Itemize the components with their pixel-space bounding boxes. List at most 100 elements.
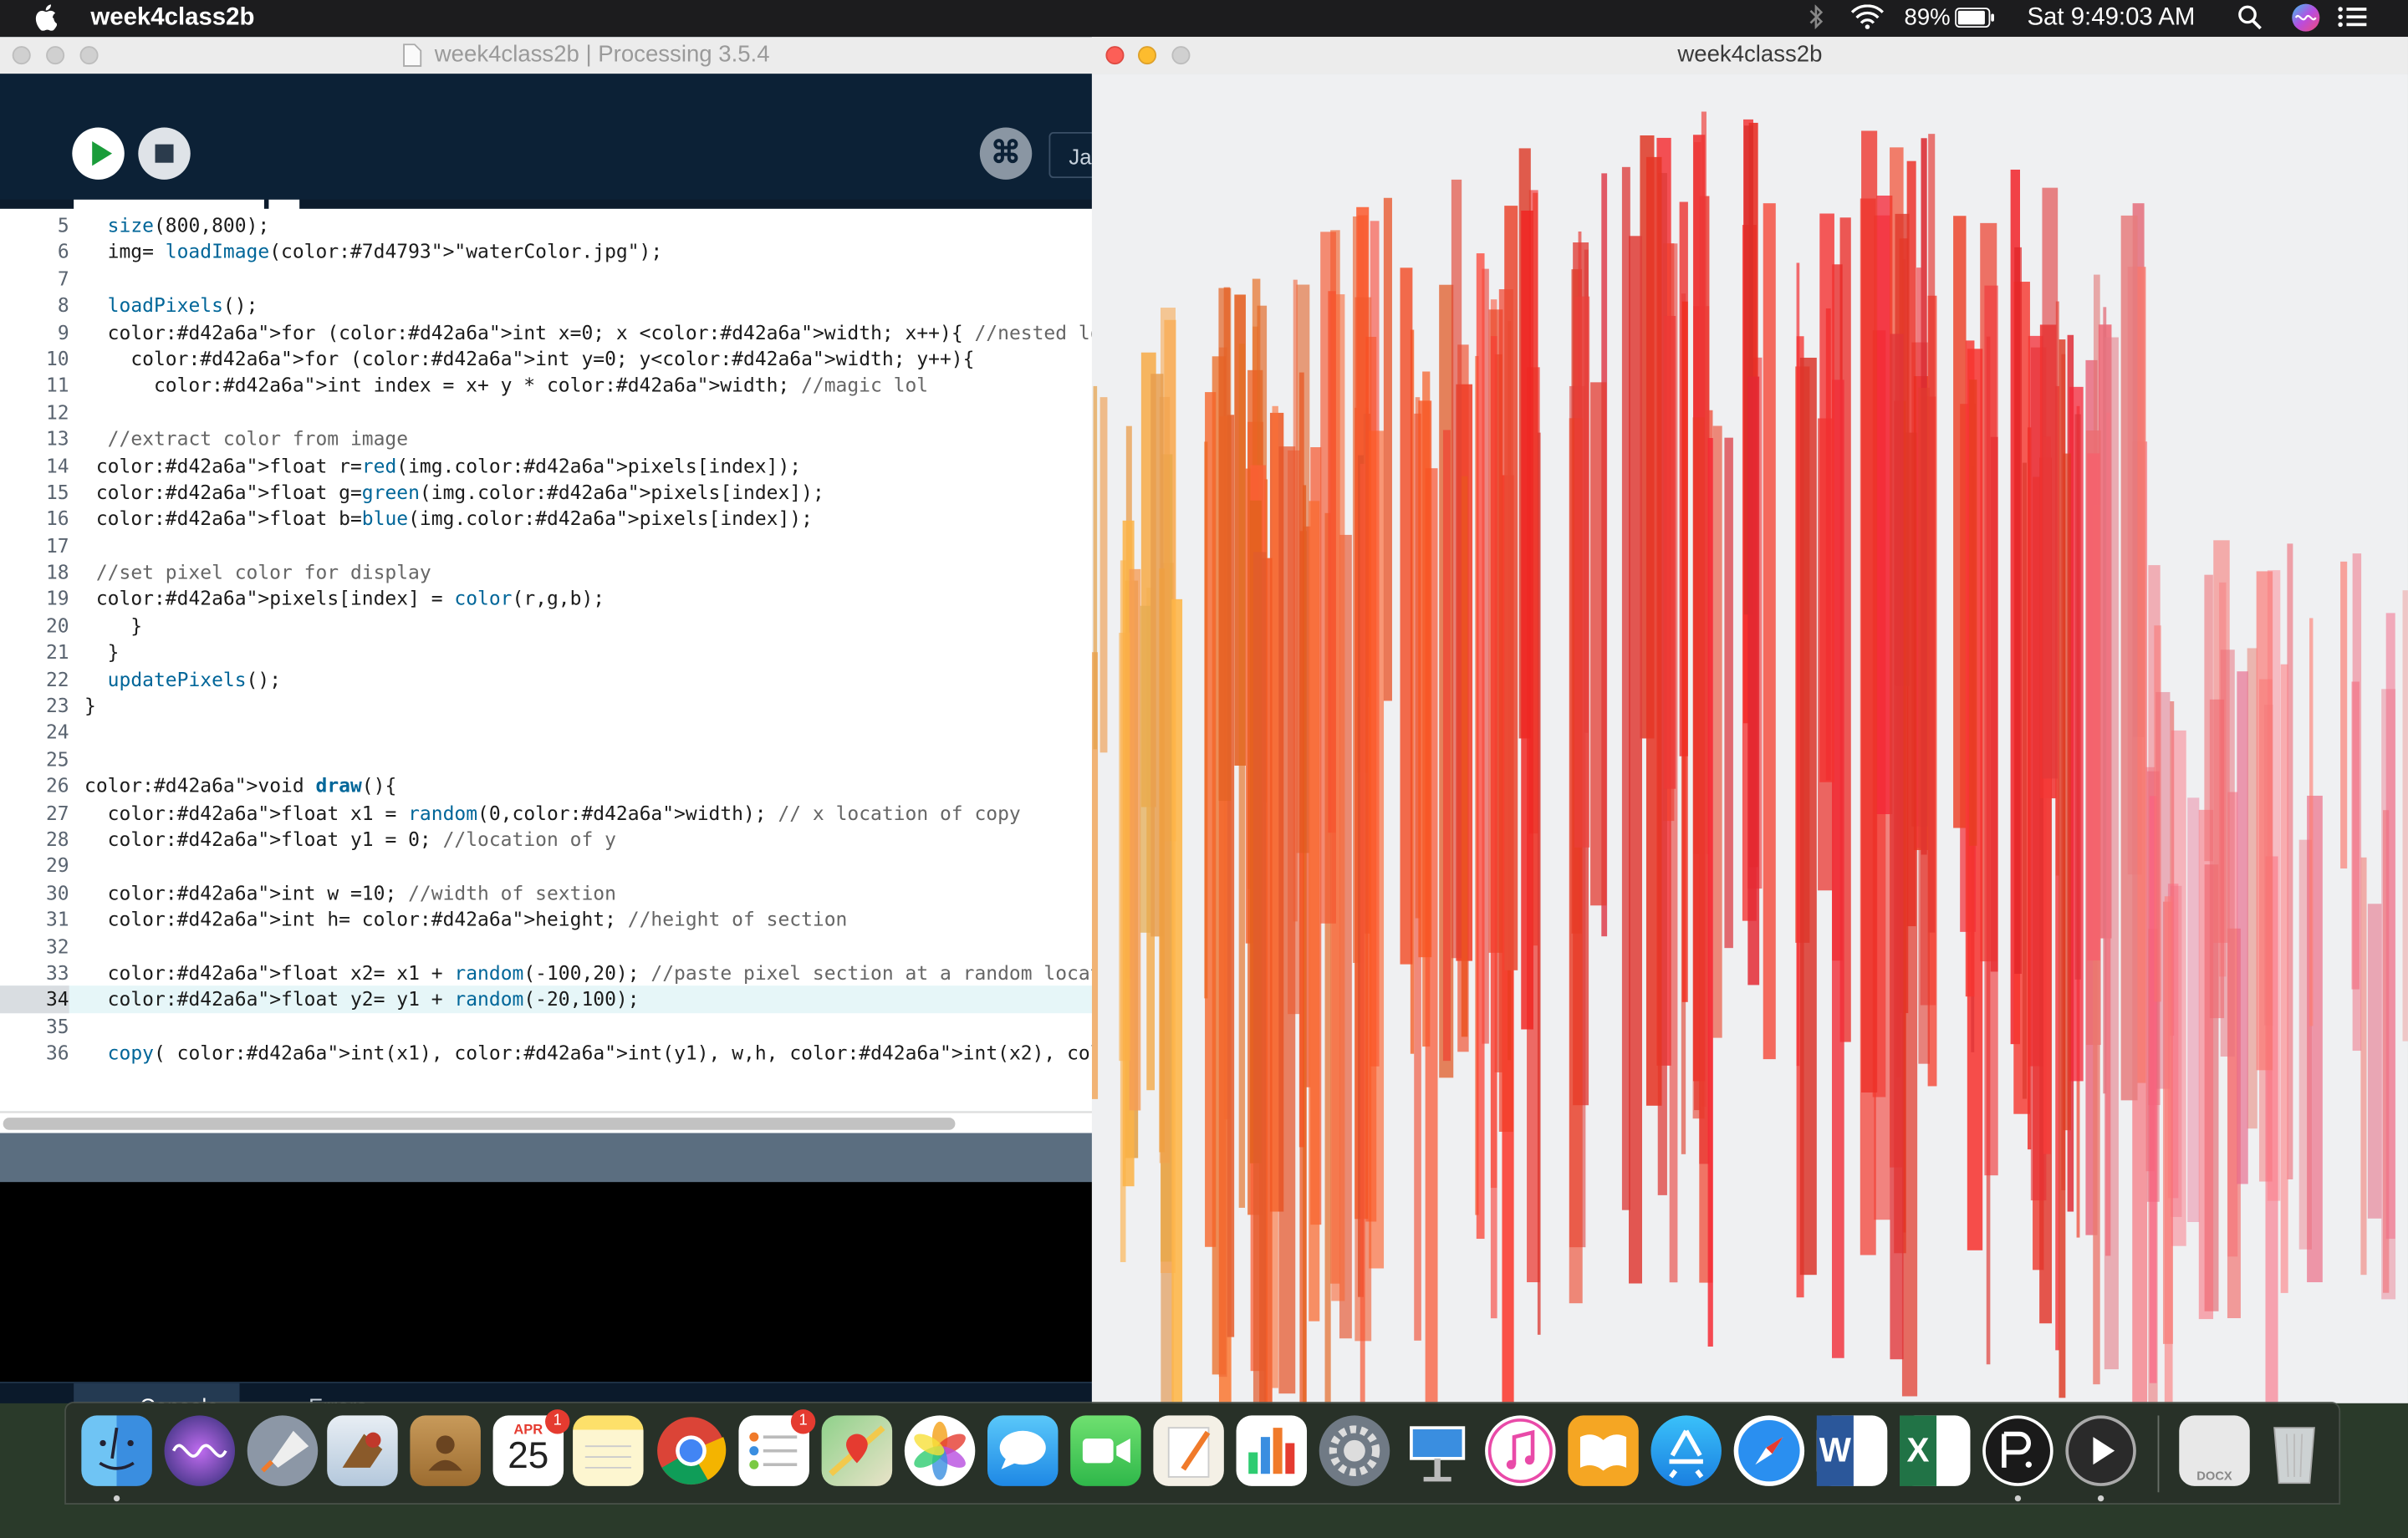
code-line[interactable]: 36 copy( color:#d42a6a">int(x1), color:#…	[0, 1040, 1094, 1067]
spotlight-icon[interactable]	[2237, 5, 2262, 38]
console-output[interactable]	[0, 1182, 1094, 1383]
code-line[interactable]: 22 updatePixels();	[0, 665, 1094, 692]
code-line[interactable]: 5 size(800,800);	[0, 211, 1094, 238]
code-text[interactable]: color:#d42a6a">float b=blue(img.color:#d…	[84, 506, 813, 532]
code-line[interactable]: 29	[0, 853, 1094, 879]
facetime-icon[interactable]	[1070, 1415, 1141, 1486]
siri-app-icon[interactable]	[164, 1415, 236, 1486]
launchpad-icon[interactable]	[247, 1415, 319, 1486]
tab-console[interactable]: Console	[74, 1383, 240, 1403]
tab-errors[interactable]: Errors	[242, 1383, 388, 1403]
code-line[interactable]: 25	[0, 746, 1094, 772]
processing-icon[interactable]	[1982, 1415, 2053, 1486]
safari-icon[interactable]	[1733, 1415, 1805, 1486]
messages-icon[interactable]	[987, 1415, 1059, 1486]
system-preferences-icon[interactable]	[1319, 1415, 1390, 1486]
code-text[interactable]: color:#d42a6a">float x2= x1 + random(-10…	[84, 960, 1094, 986]
code-text[interactable]: color:#d42a6a">for (color:#d42a6a">int y…	[84, 345, 974, 372]
stop-icon[interactable]	[138, 127, 191, 180]
code-line[interactable]: 12	[0, 399, 1094, 425]
code-line[interactable]: 7	[0, 265, 1094, 292]
code-line[interactable]: 17	[0, 532, 1094, 559]
code-text[interactable]: color:#d42a6a">for (color:#d42a6a">int x…	[84, 318, 1094, 345]
contacts-icon[interactable]	[410, 1415, 481, 1486]
wifi-icon[interactable]	[1850, 4, 1884, 36]
bluetooth-icon[interactable]	[1809, 4, 1824, 36]
run-icon[interactable]	[72, 127, 125, 180]
code-line[interactable]: 16 color:#d42a6a">float b=blue(img.color…	[0, 506, 1094, 532]
code-line[interactable]: 33 color:#d42a6a">float x2= x1 + random(…	[0, 960, 1094, 986]
code-text[interactable]: }	[84, 692, 96, 719]
finder-icon[interactable]	[81, 1415, 152, 1486]
keynote-icon[interactable]	[1402, 1415, 1472, 1485]
code-lines[interactable]: 5 size(800,800); 6 img= loadImage(color:#…	[0, 209, 1094, 1067]
code-line[interactable]: 34 color:#d42a6a">float y2= y1 + random(…	[0, 985, 1094, 1013]
calendar-icon[interactable]: APR 25 1	[492, 1409, 570, 1486]
code-line[interactable]: 13 //extract color from image	[0, 425, 1094, 452]
code-line[interactable]: 23}	[0, 692, 1094, 719]
trash-icon[interactable]	[2259, 1415, 2329, 1485]
code-line[interactable]: 11 color:#d42a6a">int index = x+ y * col…	[0, 372, 1094, 399]
itunes-icon[interactable]	[1485, 1415, 1556, 1486]
zoom-window-button[interactable]	[79, 46, 99, 65]
code-line[interactable]: 27 color:#d42a6a">float x1 = random(0,co…	[0, 799, 1094, 826]
sketch-title-bar[interactable]: week4class2b	[1091, 37, 2408, 75]
code-line[interactable]: 6 img= loadImage(color:#7d4793">"waterCo…	[0, 238, 1094, 265]
code-text[interactable]: color:#d42a6a">int index = x+ y * color:…	[84, 372, 928, 399]
code-text[interactable]: updatePixels();	[84, 665, 281, 692]
battery-percent[interactable]: 89%	[1905, 5, 1951, 31]
mail-icon[interactable]	[327, 1415, 398, 1486]
code-text[interactable]: color:#d42a6a">float g=green(img.color:#…	[84, 479, 824, 506]
code-line[interactable]: 26 color:#d42a6a">void draw(){	[0, 772, 1094, 799]
code-line[interactable]: 28 color:#d42a6a">float y1 = 0; //locati…	[0, 826, 1094, 853]
code-text[interactable]: color:#d42a6a">int h= color:#d42a6a">hei…	[84, 906, 848, 933]
code-text[interactable]: }	[84, 613, 142, 639]
excel-icon[interactable]: X	[1899, 1415, 1971, 1486]
code-text[interactable]: color:#d42a6a">float r=red(img.color:#d4…	[84, 452, 801, 479]
code-text[interactable]: color:#d42a6a">float y2= y1 + random(-20…	[84, 986, 640, 1013]
code-line[interactable]: 35	[0, 1013, 1094, 1040]
quicktime-icon[interactable]	[2065, 1415, 2136, 1486]
chrome-icon[interactable]	[656, 1415, 727, 1485]
maps-icon[interactable]	[821, 1415, 893, 1486]
code-text[interactable]: //set pixel color for display	[84, 559, 431, 586]
minimize-window-button[interactable]	[46, 46, 65, 65]
code-text[interactable]: color:#d42a6a">int w =10; //width of sex…	[84, 879, 616, 906]
close-window-button[interactable]	[12, 46, 31, 65]
code-text[interactable]: copy( color:#d42a6a">int(x1), color:#d42…	[84, 1040, 1094, 1067]
code-text[interactable]: //extract color from image	[84, 425, 408, 452]
code-text[interactable]: color:#d42a6a">void draw(){	[84, 772, 396, 799]
word-icon[interactable]: W	[1816, 1415, 1888, 1486]
code-editor[interactable]: 5 size(800,800); 6 img= loadImage(color:#…	[0, 208, 1094, 1112]
code-text[interactable]: color:#d42a6a">float y1 = 0; //location …	[84, 826, 616, 853]
code-text[interactable]: }	[84, 639, 120, 666]
menu-clock[interactable]: Sat 9:49:03 AM	[2027, 5, 2195, 33]
docx-document-icon[interactable]: DOCX	[2179, 1415, 2250, 1486]
pages-icon[interactable]	[1153, 1415, 1224, 1486]
code-line[interactable]: 19 color:#d42a6a">pixels[index] = color(…	[0, 586, 1094, 613]
horizontal-scrollbar[interactable]	[0, 1111, 1094, 1135]
photos-icon[interactable]	[904, 1415, 976, 1486]
sketch-canvas[interactable]	[1091, 74, 2408, 1403]
active-app-name[interactable]: week4class2b	[90, 5, 254, 33]
code-line[interactable]: 31 color:#d42a6a">int h= color:#d42a6a">…	[0, 906, 1094, 933]
code-line[interactable]: 21 }	[0, 639, 1094, 666]
battery-icon[interactable]	[1955, 8, 1995, 33]
code-line[interactable]: 24	[0, 719, 1094, 746]
notification-center-icon[interactable]	[2337, 5, 2368, 36]
app-store-icon[interactable]	[1650, 1415, 1722, 1486]
code-text[interactable]: color:#d42a6a">float x1 = random(0,color…	[84, 799, 1021, 826]
books-icon[interactable]	[1568, 1415, 1639, 1486]
reminders-icon[interactable]: 1	[738, 1409, 816, 1486]
code-line[interactable]: 15 color:#d42a6a">float g=green(img.colo…	[0, 479, 1094, 506]
code-line[interactable]: 30 color:#d42a6a">int w =10; //width of …	[0, 879, 1094, 906]
code-text[interactable]: color:#d42a6a">pixels[index] = color(r,g…	[84, 586, 605, 613]
debug-icon[interactable]: ⌘	[979, 127, 1033, 180]
code-line[interactable]: 18 //set pixel color for display	[0, 559, 1094, 586]
code-line[interactable]: 14 color:#d42a6a">float r=red(img.color:…	[0, 452, 1094, 479]
notes-icon[interactable]	[573, 1415, 644, 1486]
code-line[interactable]: 8 loadPixels();	[0, 292, 1094, 318]
numbers-icon[interactable]	[1236, 1415, 1308, 1486]
code-line[interactable]: 20 }	[0, 613, 1094, 639]
code-line[interactable]: 9 color:#d42a6a">for (color:#d42a6a">int…	[0, 318, 1094, 345]
